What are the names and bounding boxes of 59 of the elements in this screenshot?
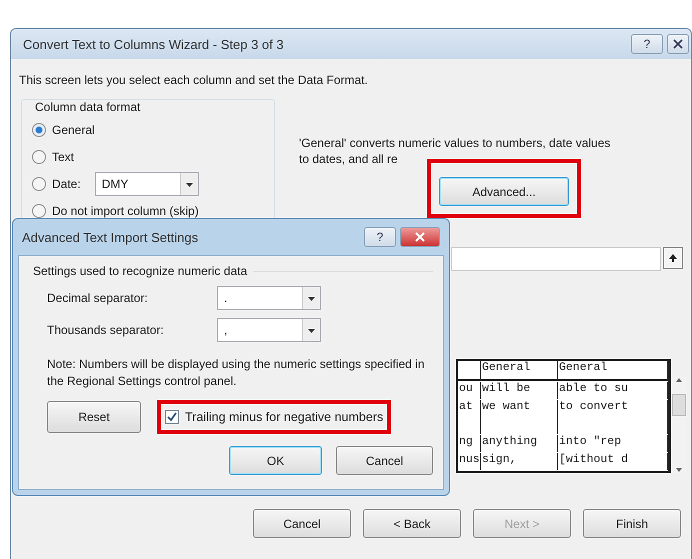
up-arrow-icon bbox=[668, 253, 678, 263]
close-button[interactable] bbox=[400, 227, 440, 247]
scroll-down-icon[interactable] bbox=[675, 467, 683, 473]
reset-button[interactable]: Reset bbox=[47, 401, 141, 433]
table-cell: into "rep bbox=[558, 435, 668, 452]
wizard-button[interactable]: Finish bbox=[583, 509, 681, 538]
wizard-button[interactable]: Cancel bbox=[253, 509, 351, 538]
cancel-button[interactable]: Cancel bbox=[336, 446, 433, 475]
radio-button[interactable] bbox=[32, 204, 46, 218]
dropdown-value: DMY bbox=[102, 176, 128, 190]
table-cell: anything bbox=[481, 435, 558, 452]
column-header[interactable]: General bbox=[558, 361, 668, 381]
option-label[interactable]: Text bbox=[52, 150, 74, 164]
ok-button[interactable]: OK bbox=[229, 446, 322, 475]
checkbox-label[interactable]: Trailing minus for negative numbers bbox=[185, 410, 384, 424]
intro-text: This screen lets you select each column and set the Data Format. bbox=[19, 73, 369, 87]
destination-field[interactable] bbox=[451, 247, 661, 271]
option-label[interactable]: Do not import column (skip) bbox=[52, 204, 199, 218]
check-icon bbox=[167, 412, 177, 422]
field-label: Decimal separator: bbox=[47, 291, 149, 305]
date-format-dropdown[interactable]: DMY bbox=[94, 172, 199, 196]
option-label[interactable]: Date: bbox=[52, 176, 81, 190]
radio-button[interactable] bbox=[32, 122, 46, 136]
table-cell: able to su bbox=[558, 382, 668, 399]
help-button[interactable]: ? bbox=[631, 34, 663, 54]
collapse-button[interactable] bbox=[663, 247, 683, 269]
note-text: Note: Numbers will be displayed using the numeric settings specified in the Regional Settings control panel. bbox=[47, 356, 426, 390]
table-cell: sign, bbox=[481, 453, 558, 470]
dropdown-value: , bbox=[224, 323, 228, 337]
description-text: to dates, and all re bbox=[299, 151, 399, 167]
radio-button[interactable] bbox=[32, 176, 46, 190]
table-cell: [without d bbox=[558, 453, 668, 470]
wizard-button[interactable]: < Back bbox=[363, 509, 461, 538]
table-cell: at bbox=[458, 400, 481, 417]
close-icon bbox=[415, 232, 425, 242]
separator-dropdown[interactable]: . bbox=[217, 286, 321, 310]
scroll-thumb[interactable] bbox=[672, 394, 686, 416]
scroll-up-icon[interactable] bbox=[675, 377, 683, 383]
radio-button[interactable] bbox=[32, 150, 46, 164]
description-text: 'General' converts numeric values to numbers, date values bbox=[299, 135, 610, 151]
close-icon bbox=[673, 39, 683, 49]
table-cell: we want bbox=[481, 400, 558, 417]
field-label: Thousands separator: bbox=[47, 323, 165, 337]
table-cell: ou bbox=[458, 382, 481, 399]
dropdown-value: . bbox=[224, 291, 228, 305]
help-button[interactable]: ? bbox=[364, 227, 396, 247]
option-label[interactable]: General bbox=[52, 122, 95, 136]
group-label: Settings used to recognize numeric data bbox=[33, 264, 248, 278]
table-cell: to convert bbox=[558, 400, 668, 417]
table-cell: will be bbox=[481, 382, 558, 399]
table-cell: nus bbox=[458, 453, 481, 470]
table-cell: ng bbox=[458, 435, 481, 452]
checkbox[interactable] bbox=[165, 410, 179, 424]
dialog-title: Advanced Text Import Settings bbox=[22, 230, 200, 244]
column-header[interactable]: General bbox=[481, 361, 558, 381]
window-title: Convert Text to Columns Wizard - Step 3 of 3 bbox=[23, 36, 285, 52]
close-button[interactable] bbox=[667, 34, 689, 54]
advanced-button[interactable]: Advanced... bbox=[439, 177, 569, 206]
separator-dropdown[interactable]: , bbox=[217, 318, 321, 342]
